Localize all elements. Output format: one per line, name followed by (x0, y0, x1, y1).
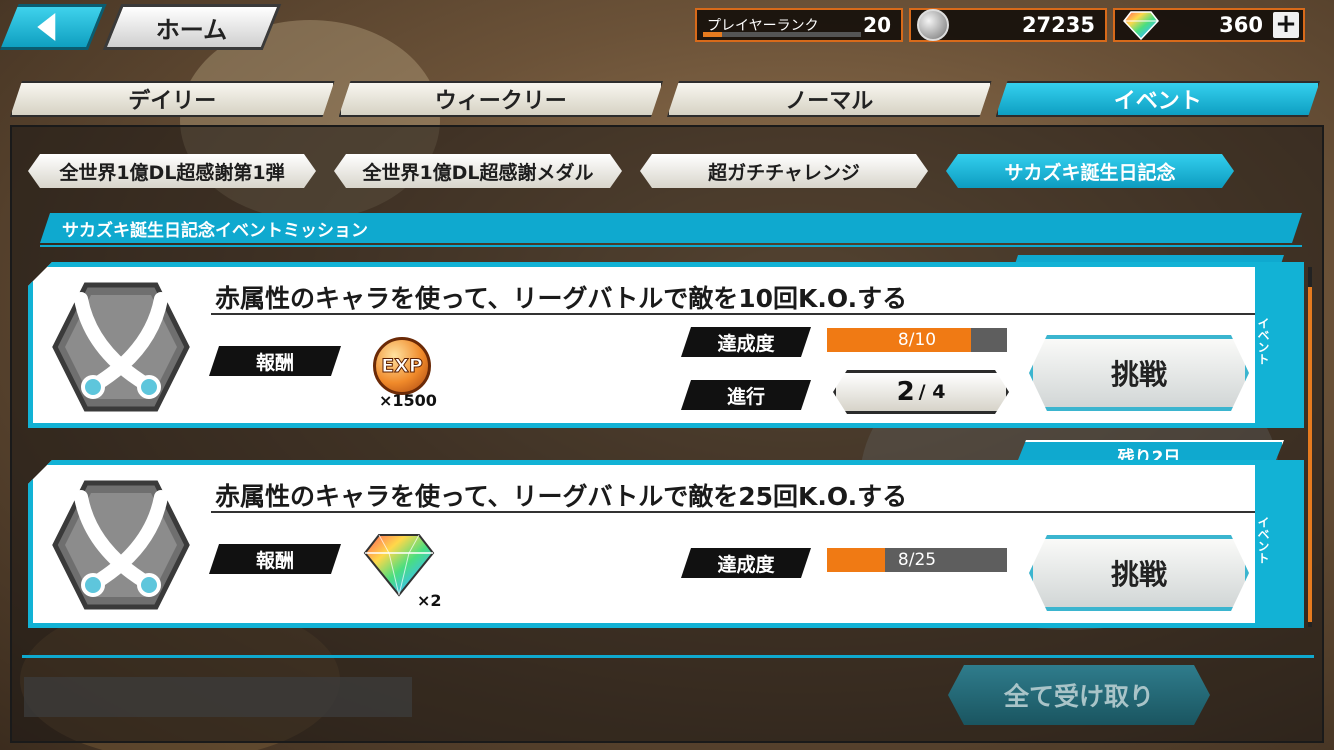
tab-daily[interactable]: デイリー (10, 81, 335, 117)
reward-count: ×1500 (379, 391, 437, 410)
section-title: サカズキ誕生日記念イベントミッション (40, 213, 1302, 243)
player-rank: プレイヤーランク 20 (695, 8, 903, 42)
mission-card: 赤属性のキャラを使って、リーグバトルで敵を25回K.O.する 報酬 ×2 達成度… (28, 460, 1304, 628)
progress-text: 8/10 (897, 330, 937, 350)
tab-normal[interactable]: ノーマル (667, 81, 992, 117)
tab-event[interactable]: イベント (996, 81, 1321, 117)
rank-progress-bar (703, 32, 861, 37)
coin-icon (917, 9, 949, 41)
back-arrow-icon (36, 13, 55, 41)
stage-indicator: 2 / 4 (833, 370, 1009, 414)
progress-bar: 8/25 (827, 548, 1007, 572)
main-tabs: デイリー ウィークリー ノーマル イベント (10, 81, 1324, 117)
challenge-button[interactable]: 挑戦 (1029, 535, 1249, 611)
exp-icon: EXP (373, 337, 431, 395)
mission-title: 赤属性のキャラを使って、リーグバトルで敵を10回K.O.する (211, 279, 1289, 315)
event-ribbon: イベント (1255, 267, 1299, 423)
subtab-3[interactable]: 超ガチチャレンジ (640, 154, 928, 188)
crossed-swords-icon (52, 282, 190, 412)
mission-card: 赤属性のキャラを使って、リーグバトルで敵を10回K.O.する 報酬 EXP ×1… (28, 262, 1304, 428)
progress-text: 8/25 (897, 550, 937, 570)
mission-title: 赤属性のキャラを使って、リーグバトルで敵を25回K.O.する (211, 477, 1289, 513)
tab-weekly[interactable]: ウィークリー (339, 81, 664, 117)
coin-value: 27235 (1021, 13, 1095, 37)
gem-counter: 360 + (1113, 8, 1305, 42)
reward-label: 報酬 (209, 544, 341, 574)
gem-value: 360 (1219, 13, 1263, 37)
section-divider (40, 245, 1302, 247)
progress-bar: 8/10 (827, 328, 1007, 352)
footer-divider (22, 655, 1314, 658)
rank-value: 20 (863, 13, 891, 37)
add-gems-button[interactable]: + (1273, 11, 1299, 38)
footer-info-box (24, 677, 412, 717)
subtab-1[interactable]: 全世界1億DL超感謝第1弾 (28, 154, 316, 188)
rank-progress-fill (703, 32, 722, 37)
stage-total: / 4 (918, 381, 946, 403)
challenge-button[interactable]: 挑戦 (1029, 335, 1249, 411)
gem-icon (1123, 11, 1159, 40)
home-button[interactable]: ホーム (102, 4, 282, 50)
sub-tabs: 全世界1億DL超感謝第1弾 全世界1億DL超感謝メダル 超ガチチャレンジ サカズ… (28, 154, 1234, 188)
reward-count: ×2 (417, 591, 442, 610)
progress-label: 達成度 (681, 327, 811, 357)
scrollbar-thumb[interactable] (1308, 287, 1312, 622)
stage-current: 2 (896, 377, 915, 407)
subtab-4[interactable]: サカズキ誕生日記念 (946, 154, 1234, 188)
coin-counter: 27235 (909, 8, 1107, 42)
event-ribbon: イベント (1255, 465, 1299, 623)
stage-label: 進行 (681, 380, 811, 410)
mission-panel: 全世界1億DL超感謝第1弾 全世界1億DL超感謝メダル 超ガチチャレンジ サカズ… (10, 125, 1324, 743)
gem-icon (363, 534, 435, 597)
subtab-2[interactable]: 全世界1億DL超感謝メダル (334, 154, 622, 188)
home-label: ホーム (156, 15, 228, 44)
progress-label: 達成度 (681, 548, 811, 578)
receive-all-button[interactable]: 全て受け取り (948, 665, 1210, 725)
back-button[interactable] (0, 4, 107, 50)
crossed-swords-icon (52, 480, 190, 610)
reward-label: 報酬 (209, 346, 341, 376)
